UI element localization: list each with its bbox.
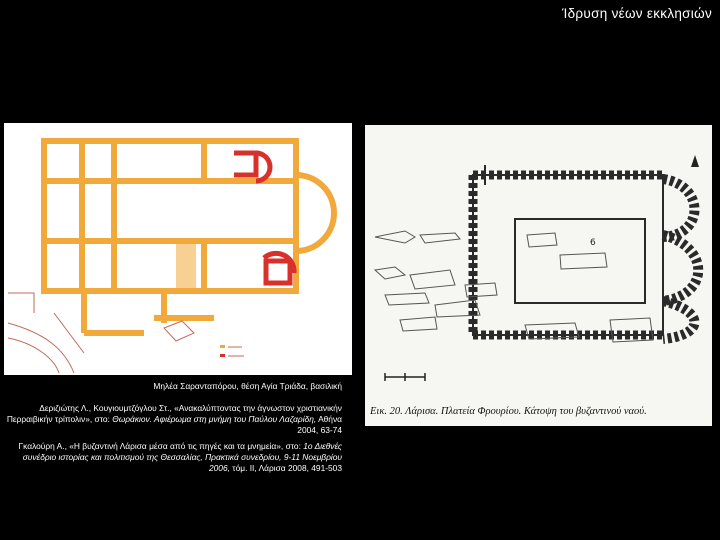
reference-galouri-end: τόμ. ΙΙ, Λάρισα 2008, 491-503 (232, 463, 342, 473)
reference-derizi-italic: Θωράκιον. Αφιέρωμα στη μνήμη του Παύλου … (112, 414, 317, 424)
reference-galouri-pre: στο: (285, 441, 301, 451)
reference-galouri: Γκαλούρη Α., «Η βυζαντινή Λάρισα μέσα απ… (4, 441, 342, 474)
byzantine-church-plan-image: 6 (365, 125, 712, 426)
basilica-plan-image (4, 123, 352, 375)
svg-text:6: 6 (590, 238, 596, 248)
reference-galouri-text: Γκαλούρη Α., «Η βυζαντινή Λάρισα μέσα απ… (18, 441, 284, 451)
slide-title: Ίδρυση νέων εκκλησιών (562, 6, 712, 21)
site-caption: Μηλέα Σαρανταπόρου, θέση Αγία Τριάδα, βα… (153, 381, 342, 391)
figure-20-caption: Εικ. 20. Λάρισα. Πλατεία Φρουρίου. Κάτοψ… (370, 406, 647, 417)
reference-derizi: Δεριζιώτης Λ., Κουγιουμτζόγλου Στ., «Ανα… (4, 403, 342, 436)
